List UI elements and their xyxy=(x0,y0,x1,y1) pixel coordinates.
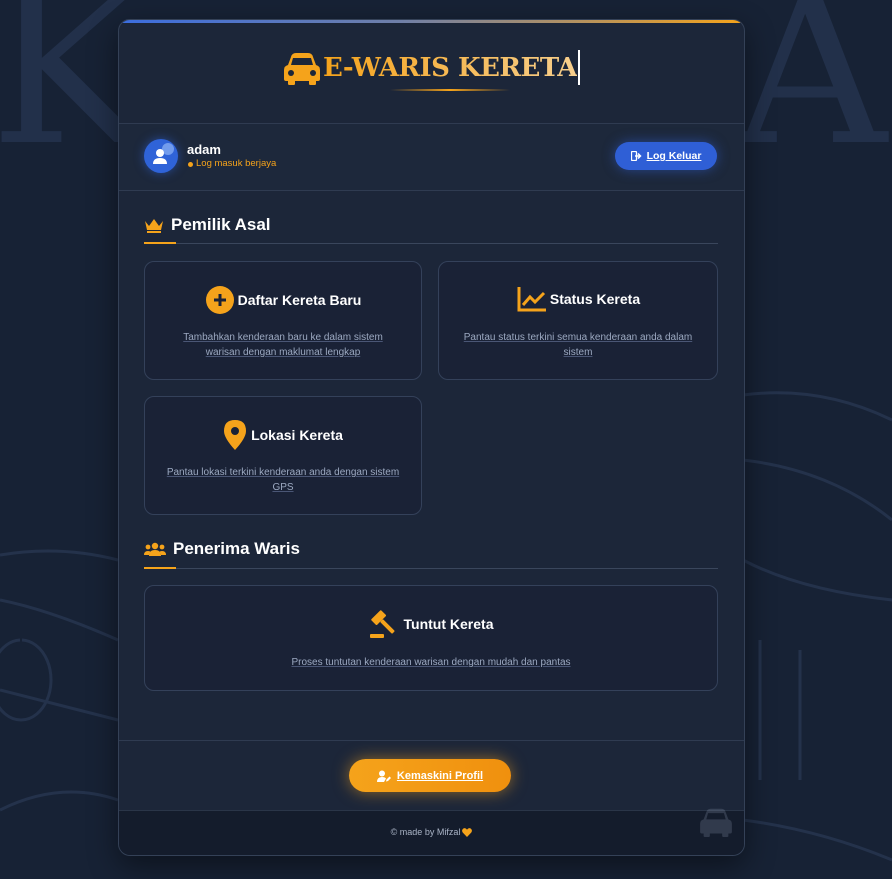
user-icon xyxy=(153,149,167,164)
logout-button[interactable]: Log Keluar xyxy=(615,142,717,170)
car-icon xyxy=(284,52,321,85)
heart-icon xyxy=(462,827,473,837)
user-edit-icon xyxy=(376,770,391,782)
status-dot xyxy=(188,162,193,167)
section-title-pemilik-asal: Pemilik Asal xyxy=(171,215,271,234)
action-bar: Kemaskini Profil xyxy=(119,740,744,811)
section-title-penerima-waris: Penerima Waris xyxy=(173,539,300,558)
main-card: E-WARIS KERETA adam Log masuk berjaya Lo… xyxy=(118,19,745,856)
update-profile-label: Kemaskini Profil xyxy=(396,769,484,782)
tile-tuntut-kereta[interactable]: Tuntut Kereta Proses tuntutan kenderaan … xyxy=(144,585,718,691)
tile-title: Status Kereta xyxy=(549,291,641,307)
user-name: adam xyxy=(187,142,221,157)
footer: © made by Mifzal xyxy=(119,808,744,855)
map-marker-icon xyxy=(224,420,247,450)
section-accent xyxy=(144,567,176,569)
header: E-WARIS KERETA xyxy=(119,23,744,124)
tile-title: Tuntut Kereta xyxy=(403,616,494,632)
section-accent xyxy=(144,242,176,244)
tile-description: Pantau status terkini semua kenderaan an… xyxy=(463,332,693,358)
user-bar: adam Log masuk berjaya Log Keluar xyxy=(119,124,744,191)
brand: E-WARIS KERETA xyxy=(119,50,744,85)
tile-description: Tambahkan kenderaan baru ke dalam sistem… xyxy=(183,332,383,358)
plus-circle-icon xyxy=(205,286,234,314)
tile-description: Pantau lokasi terkini kenderaan anda den… xyxy=(166,467,400,493)
line-chart-icon xyxy=(517,287,546,312)
tile-description: Proses tuntutan kenderaan warisan dengan… xyxy=(291,657,571,668)
logout-label: Log Keluar xyxy=(646,150,702,162)
login-status: Log masuk berjaya xyxy=(196,158,277,169)
tile-daftar-kereta-baru[interactable]: Daftar Kereta Baru Tambahkan kenderaan b… xyxy=(144,261,422,380)
update-profile-button[interactable]: Kemaskini Profil xyxy=(349,759,511,792)
tile-title: Daftar Kereta Baru xyxy=(237,292,362,308)
credit-text: © made by Mifzal xyxy=(390,827,461,837)
section-divider xyxy=(144,568,718,569)
tile-status-kereta[interactable]: Status Kereta Pantau status terkini semu… xyxy=(438,261,718,380)
footer-credit: © made by Mifzal xyxy=(119,827,744,837)
tile-lokasi-kereta[interactable]: Lokasi Kereta Pantau lokasi terkini kend… xyxy=(144,396,422,515)
title-underline xyxy=(390,89,510,91)
text-cursor xyxy=(577,50,580,85)
section-divider xyxy=(144,243,718,244)
sign-out-icon xyxy=(630,151,642,161)
crown-icon xyxy=(145,219,163,233)
users-icon xyxy=(144,542,166,556)
footer-car-icon xyxy=(700,808,732,837)
avatar xyxy=(144,139,178,173)
tile-title: Lokasi Kereta xyxy=(251,427,343,443)
app-title: E-WARIS KERETA xyxy=(323,52,577,83)
gavel-icon xyxy=(369,610,395,638)
